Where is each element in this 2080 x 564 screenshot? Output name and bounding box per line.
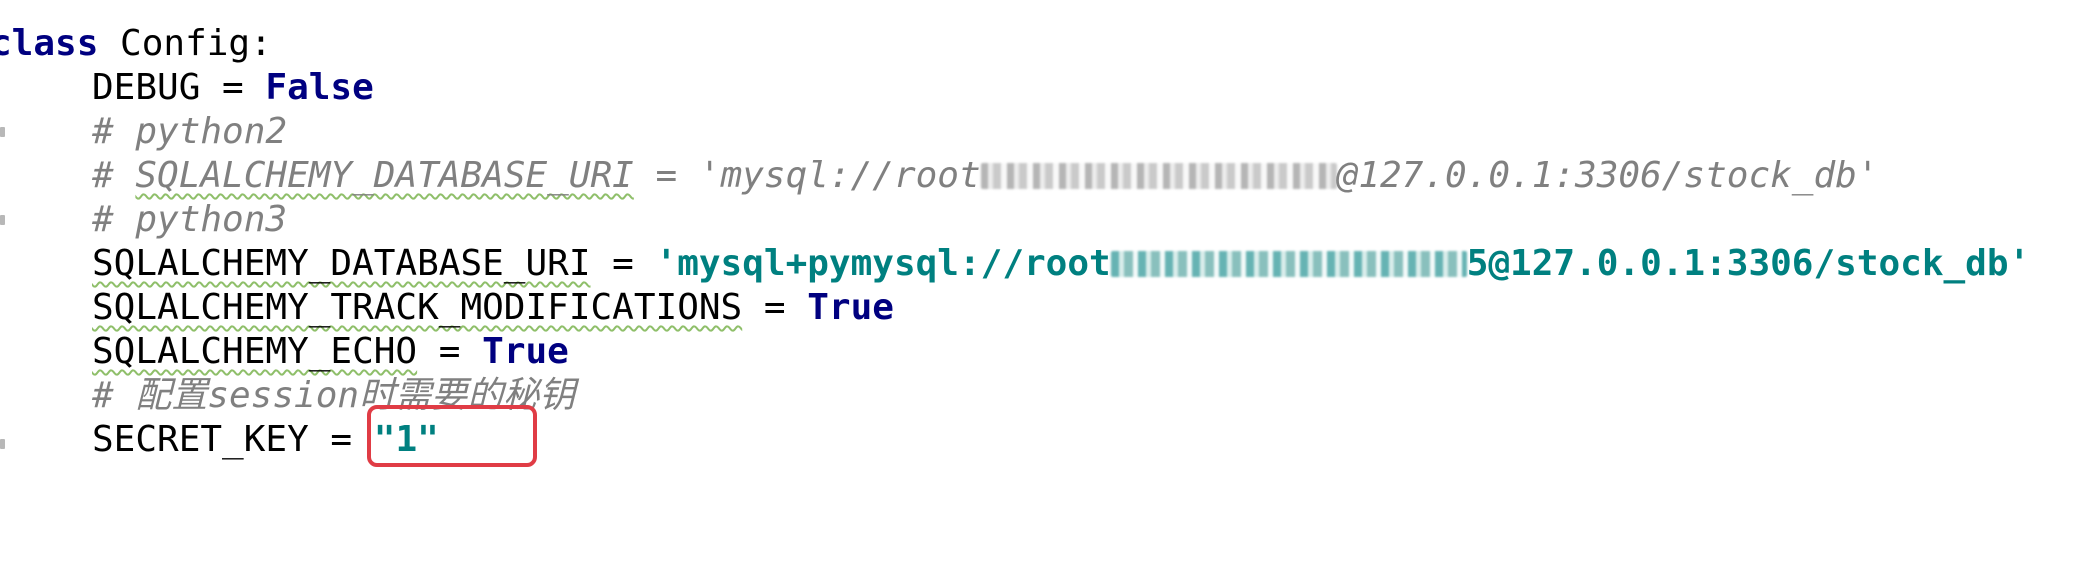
track-modifications-value: True (807, 287, 894, 328)
class-name: Config: (98, 23, 272, 64)
debug-assignment: DEBUG = (92, 67, 266, 108)
fold-marker[interactable] (0, 127, 5, 137)
database-uri-variable: SQLALCHEMY_DATABASE_URI (92, 243, 591, 284)
fold-marker[interactable] (0, 215, 5, 225)
code-line-comment-python2[interactable]: # python2 (0, 110, 287, 154)
highlight-annotation-box (367, 405, 537, 467)
code-line-debug[interactable]: DEBUG = False (0, 66, 374, 110)
code-line-class-config[interactable]: class Config: (0, 22, 282, 66)
database-uri-string-start: 'mysql+pymysql://root (655, 243, 1111, 284)
track-modifications-variable: SQLALCHEMY_TRACK_MODIFICATIONS (92, 287, 743, 328)
code-editor[interactable]: class Config: DEBUG = False # python2 # … (0, 0, 2080, 564)
code-line-comment-python3[interactable]: # python3 (0, 198, 287, 242)
redacted-password (1110, 251, 1467, 277)
track-modifications-operator: = (742, 287, 808, 328)
database-uri-string-end: 5@127.0.0.1:3306/stock_db' (1466, 243, 2031, 284)
echo-operator: = (417, 331, 483, 372)
redacted-password-comment (980, 163, 1337, 189)
comment-python2: # python2 (92, 111, 288, 152)
comment-uri-prefix: # (92, 155, 136, 196)
code-line-database-uri[interactable]: SQLALCHEMY_DATABASE_URI = 'mysql+pymysql… (0, 242, 2030, 286)
secret-key-assignment: SECRET_KEY = (92, 419, 374, 460)
debug-value: False (265, 67, 374, 108)
echo-variable: SQLALCHEMY_ECHO (92, 331, 418, 372)
comment-python3: # python3 (92, 199, 288, 240)
comment-uri-mid: = 'mysql://root (633, 155, 981, 196)
fold-marker[interactable] (0, 439, 5, 449)
code-line-track-modifications[interactable]: SQLALCHEMY_TRACK_MODIFICATIONS = True (0, 286, 894, 330)
code-line-commented-uri[interactable]: # SQLALCHEMY_DATABASE_URI = 'mysql://roo… (0, 154, 1879, 198)
code-line-echo[interactable]: SQLALCHEMY_ECHO = True (0, 330, 569, 374)
database-uri-operator: = (590, 243, 656, 284)
echo-value: True (482, 331, 569, 372)
class-keyword: class (0, 23, 99, 64)
comment-uri-variable: SQLALCHEMY_DATABASE_URI (135, 155, 634, 196)
comment-uri-host: @127.0.0.1:3306/stock_db' (1336, 155, 1879, 196)
